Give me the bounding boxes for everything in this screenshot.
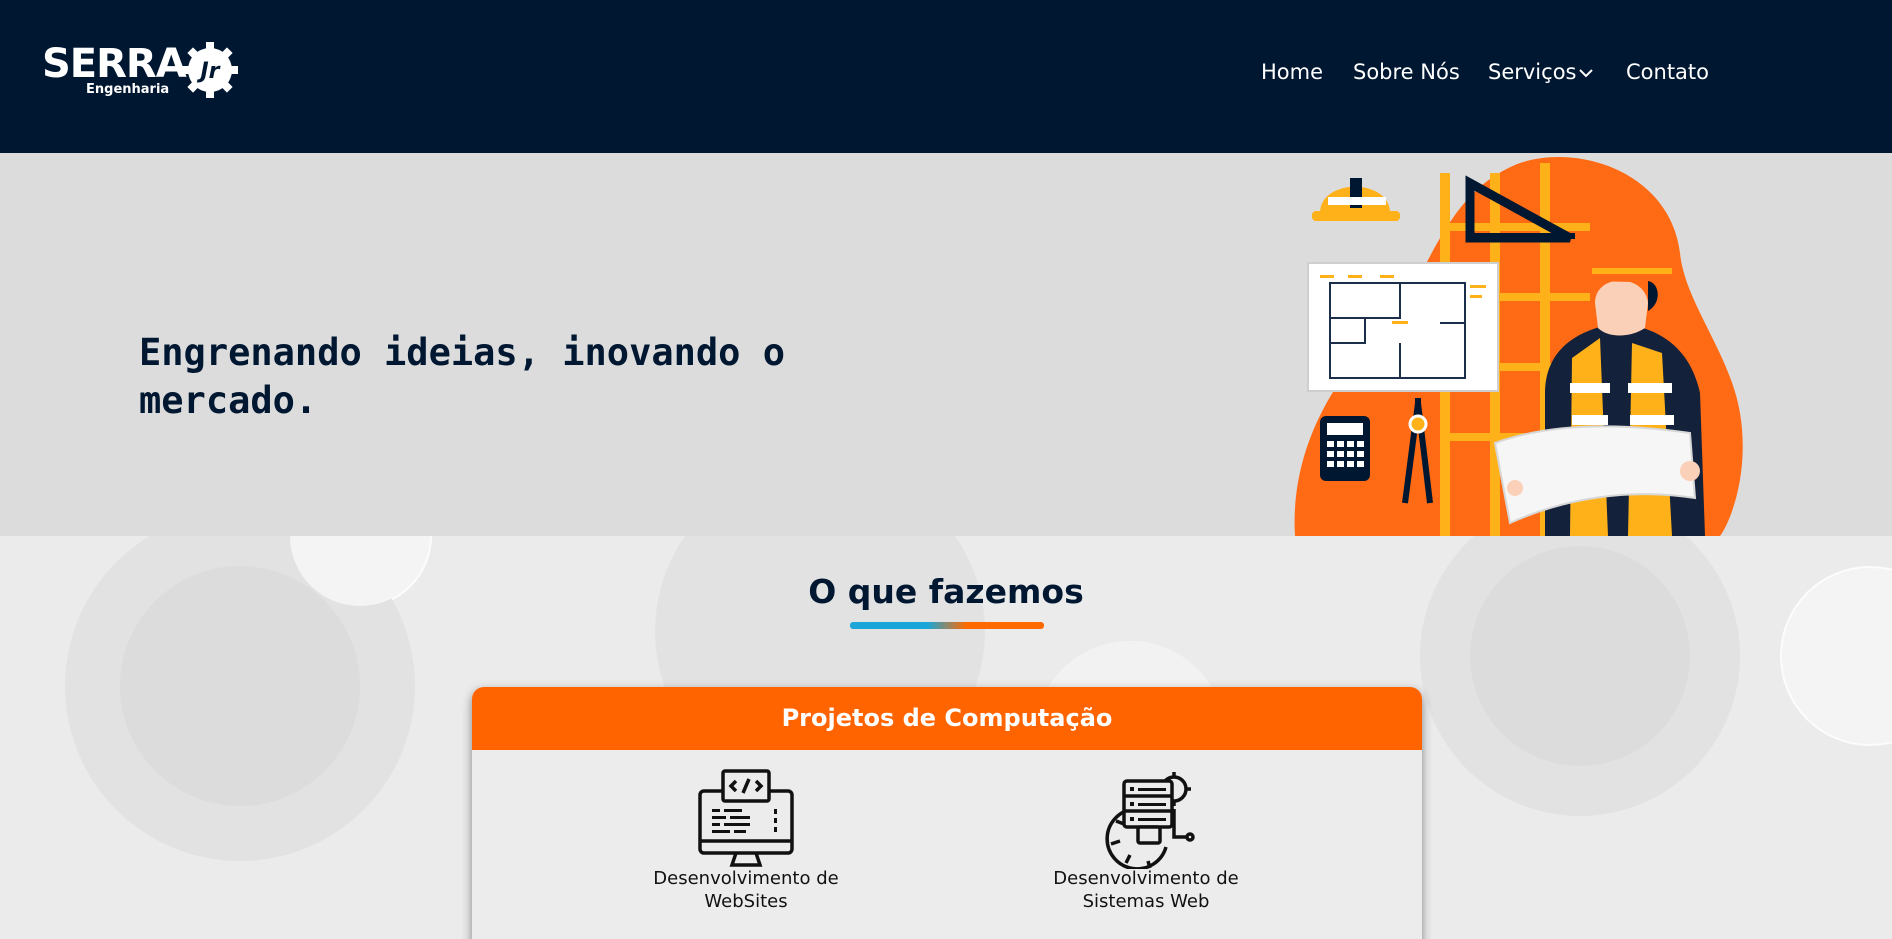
nav-servicos[interactable]: Serviços xyxy=(1488,57,1594,87)
service-label-websites: Desenvolvimento de WebSites xyxy=(653,868,839,912)
main-nav: Home Sobre Nós Serviços Contato xyxy=(0,57,1892,89)
computing-projects-card: Projetos de Computação Desenvolvimento d… xyxy=(472,687,1422,939)
hero-banner: Engrenando ideias, inovando o mercado. xyxy=(0,153,1892,536)
hero-title: Engrenando ideias, inovando o mercado. xyxy=(139,331,786,422)
card-title: Projetos de Computação xyxy=(781,704,1113,732)
services-section: O que fazemos Projetos de Computação Des… xyxy=(0,536,1892,939)
web-system-gear-icon xyxy=(1105,772,1195,869)
title-underline xyxy=(850,622,1044,629)
nav-servicos-label: Serviços xyxy=(1488,60,1577,84)
nav-home[interactable]: Home xyxy=(1261,57,1323,87)
chevron-down-icon xyxy=(1579,69,1594,78)
service-web-systems[interactable]: Desenvolvimento de Sistemas Web xyxy=(1036,769,1256,919)
engineer-illustration xyxy=(1294,157,1743,536)
nav-contato[interactable]: Contato xyxy=(1626,57,1709,87)
nav-sobre-nos[interactable]: Sobre Nós xyxy=(1353,57,1460,87)
monitor-code-icon xyxy=(698,769,794,867)
card-header: Projetos de Computação xyxy=(472,687,1422,750)
service-label-web-systems: Desenvolvimento de Sistemas Web xyxy=(1053,868,1239,912)
section-title: O que fazemos xyxy=(808,572,1084,611)
site-header: SERRA Engenharia Jr Home Sobre Nós Servi… xyxy=(0,0,1892,153)
service-websites[interactable]: Desenvolvimento de WebSites xyxy=(636,769,856,919)
